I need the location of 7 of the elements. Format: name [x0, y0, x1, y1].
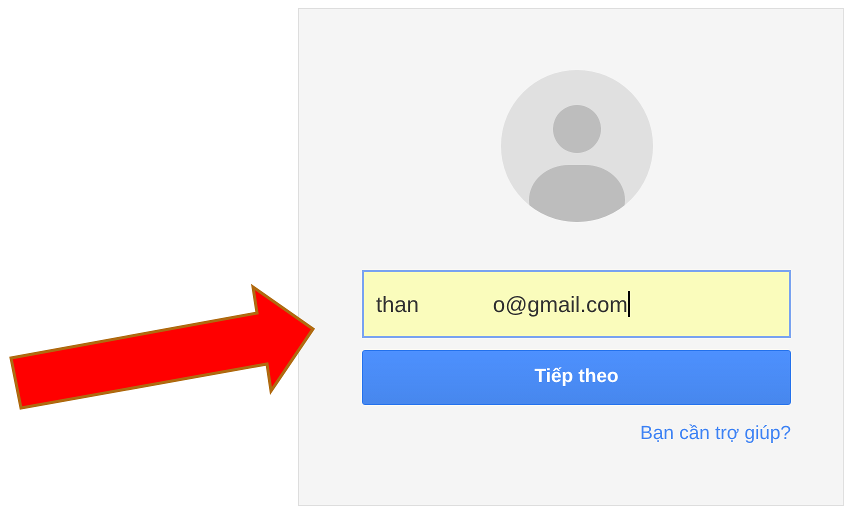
text-cursor	[628, 291, 630, 317]
field-text: o@gmail.com	[492, 290, 628, 319]
next-button[interactable]: Tiếp theo	[362, 350, 791, 405]
email-field[interactable]: than o@gmail.com	[362, 270, 791, 338]
avatar-icon	[501, 70, 653, 222]
help-link[interactable]: Bạn cần trợ giúp?	[640, 420, 791, 448]
field-text: than	[376, 290, 419, 318]
